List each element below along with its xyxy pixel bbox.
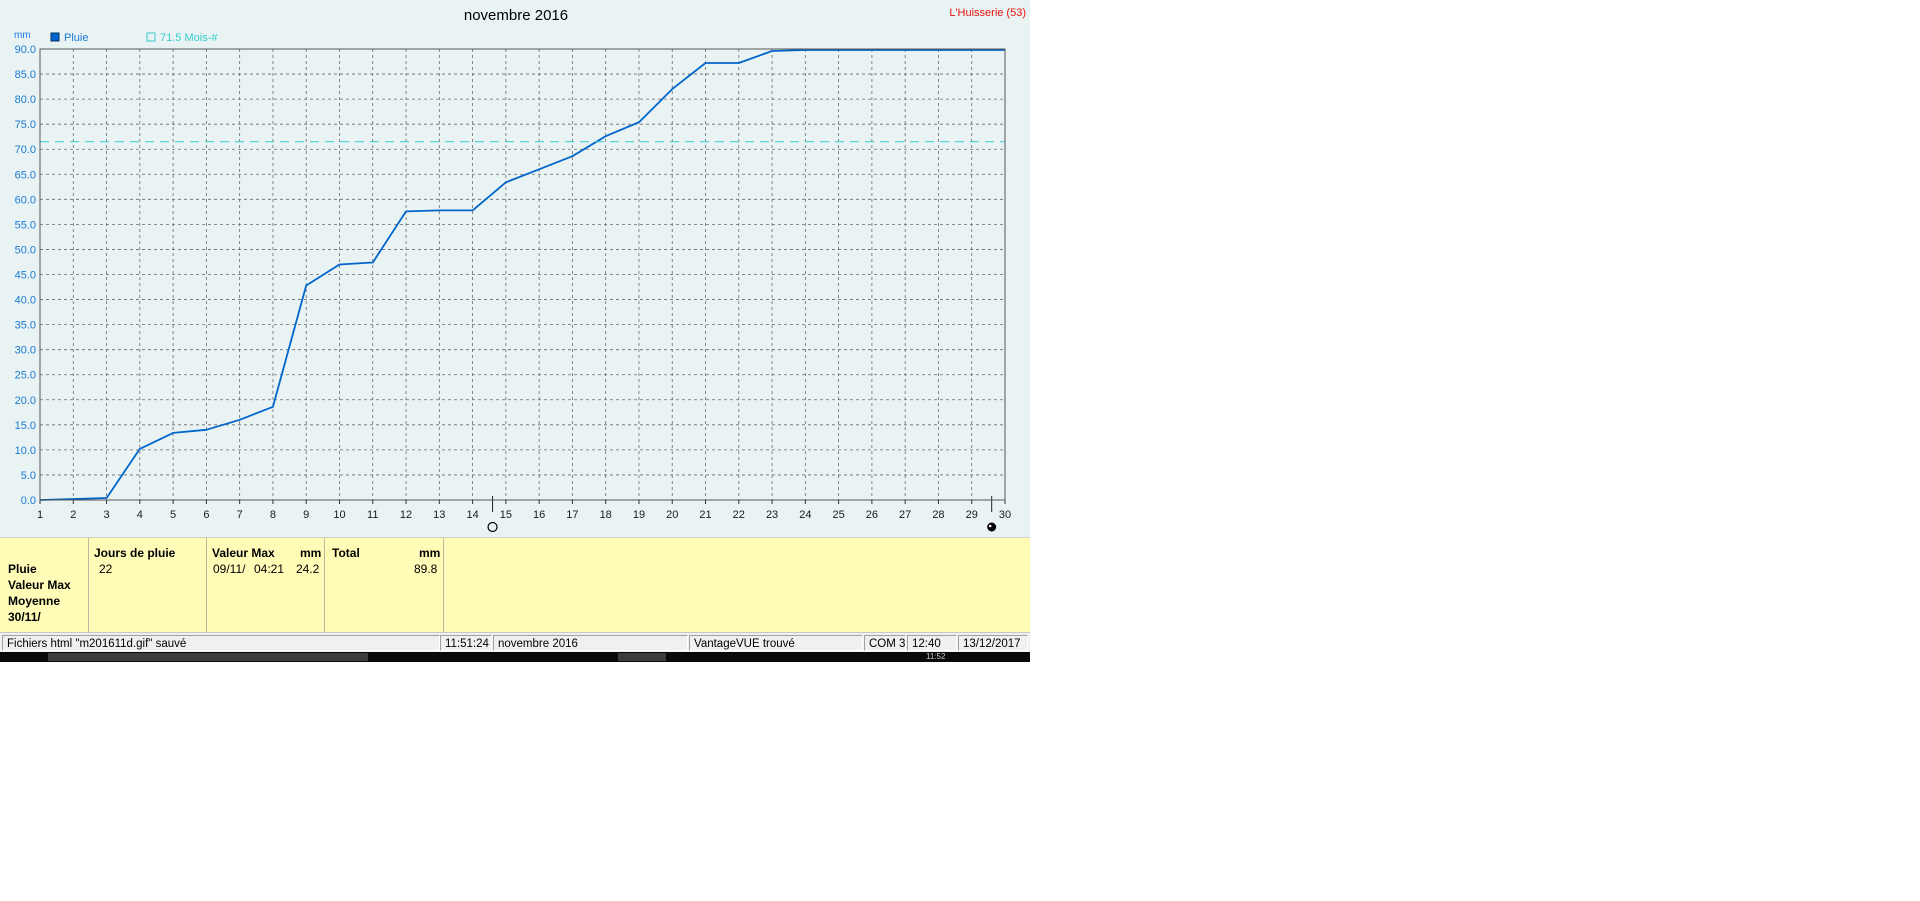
y-tick-label: 25.0: [15, 370, 36, 382]
legend-pluie-swatch: [50, 32, 60, 42]
x-tick-label: 23: [766, 509, 778, 521]
moon-new-icon: [487, 521, 498, 533]
rain-chart-panel: 0.0 5.0 10.0 15.0 20.0 25.0 30.0 35.0 40.0 45.0 50…: [0, 0, 1030, 537]
x-tick-label: 5: [170, 509, 176, 521]
x-tick-label: 11: [367, 509, 378, 521]
x-tick-label: 6: [203, 509, 209, 521]
y-tick-label: 60.0: [15, 194, 36, 206]
row-label-moyenne: Moyenne: [8, 594, 61, 608]
y-tick-label: 35.0: [15, 320, 36, 332]
x-tick-label: 16: [533, 509, 545, 521]
total-unit: mm: [419, 546, 441, 560]
y-tick-label: 90.0: [15, 44, 36, 56]
total-header: Total: [332, 546, 360, 560]
rain-days-header: Jours de pluie: [94, 546, 176, 560]
chart-series: [39, 49, 1005, 501]
status-bar: Fichiers html "m201611d.gif" sauvé 11:51…: [0, 632, 1030, 653]
taskbar-clock: 11:52: [926, 652, 946, 661]
y-tick-label: 5.0: [21, 470, 36, 482]
x-tick-label: 4: [137, 509, 143, 521]
stats-col-total: Total mm 89.8: [325, 538, 444, 632]
x-tick-label: 8: [270, 509, 276, 521]
stats-col-rain-days: Jours de pluie 22: [89, 538, 207, 632]
x-tick-label: 17: [566, 509, 578, 521]
weather-app-window: 0.0 5.0 10.0 15.0 20.0 25.0 30.0 35.0 40.0 45.0 50…: [0, 0, 1030, 662]
y-tick-label: 70.0: [15, 144, 36, 156]
row-label-valeur-max: Valeur Max: [8, 578, 71, 592]
stats-panel: Pluie Valeur Max Moyenne 30/11/ Jours de…: [0, 537, 1030, 632]
taskbar-button[interactable]: [48, 653, 368, 661]
status-time: 11:51:24: [440, 635, 492, 651]
max-date: 09/11/: [213, 562, 246, 576]
y-tick-label: 15.0: [15, 420, 36, 432]
x-tick-label: 12: [400, 509, 412, 521]
x-tick-label: 24: [799, 509, 811, 521]
rain-chart: 0.0 5.0 10.0 15.0 20.0 25.0 30.0 35.0 40.0 45.0 50…: [14, 7, 1026, 533]
x-tick-label: 7: [237, 509, 243, 521]
x-tick-label: 19: [633, 509, 645, 521]
y-tick-label: 80.0: [15, 94, 36, 106]
row-label-pluie: Pluie: [8, 562, 37, 576]
chart-axes: 0.0 5.0 10.0 15.0 20.0 25.0 30.0 35.0 40.0 45.0 50…: [15, 44, 1011, 533]
x-tick-label: 13: [433, 509, 445, 521]
x-tick-label: 18: [600, 509, 612, 521]
x-tick-label: 26: [866, 509, 878, 521]
y-axis-unit: mm: [14, 30, 31, 41]
stats-col-max: Valeur Max mm 09/11/ 04:21 24.2: [207, 538, 325, 632]
legend: Pluie 71.5 Mois-#: [50, 32, 218, 44]
x-tick-label: 27: [899, 509, 911, 521]
y-tick-label: 45.0: [15, 270, 36, 282]
moon-full-highlight: [988, 524, 992, 528]
status-port: COM 3: [864, 635, 906, 651]
legend-average-label: 71.5 Mois-#: [160, 32, 218, 44]
y-tick-label: 50.0: [15, 244, 36, 256]
y-tick-label: 75.0: [15, 119, 36, 131]
y-tick-label: 85.0: [15, 69, 36, 81]
status-device: VantageVUE trouvé: [689, 635, 863, 651]
x-tick-label: 22: [733, 509, 745, 521]
y-tick-label: 10.0: [15, 445, 36, 457]
station-name: L'Huisserie (53): [949, 7, 1026, 19]
moon-full-icon: [987, 522, 997, 532]
stats-row-labels: Pluie Valeur Max Moyenne 30/11/: [0, 538, 89, 632]
y-tick-label: 40.0: [15, 295, 36, 307]
x-tick-label: 1: [37, 509, 43, 521]
y-tick-label: 65.0: [15, 169, 36, 181]
status-date: 13/12/2017: [958, 635, 1028, 651]
chart-title: novembre 2016: [464, 7, 568, 24]
x-tick-label: 9: [303, 509, 309, 521]
legend-average-swatch: [146, 32, 156, 42]
x-tick-label: 28: [932, 509, 944, 521]
x-tick-label: 14: [466, 509, 478, 521]
x-tick-label: 2: [70, 509, 76, 521]
max-time: 04:21: [254, 562, 285, 576]
taskbar: 11:52: [0, 652, 1030, 662]
row-label-date: 30/11/: [8, 610, 41, 624]
status-period: novembre 2016: [493, 635, 688, 651]
y-tick-label: 0.0: [21, 495, 36, 507]
status-clock: 12:40: [907, 635, 957, 651]
total-value: 89.8: [414, 562, 438, 576]
taskbar-button[interactable]: [618, 653, 666, 661]
x-tick-label: 15: [500, 509, 512, 521]
x-tick-label: 30: [999, 509, 1011, 521]
x-tick-label: 10: [333, 509, 345, 521]
legend-pluie-label: Pluie: [64, 32, 88, 44]
rain-series-line: [39, 49, 1005, 501]
rain-days-value: 22: [99, 562, 113, 576]
x-tick-label: 25: [832, 509, 844, 521]
status-message: Fichiers html "m201611d.gif" sauvé: [2, 635, 440, 651]
max-value: 24.2: [296, 562, 320, 576]
max-unit: mm: [300, 546, 322, 560]
x-tick-label: 3: [103, 509, 109, 521]
y-tick-label: 30.0: [15, 345, 36, 357]
y-tick-label: 55.0: [15, 219, 36, 231]
x-tick-label: 29: [966, 509, 978, 521]
max-header: Valeur Max: [212, 546, 275, 560]
y-tick-label: 20.0: [15, 395, 36, 407]
x-tick-label: 21: [699, 509, 711, 521]
x-tick-label: 20: [666, 509, 678, 521]
